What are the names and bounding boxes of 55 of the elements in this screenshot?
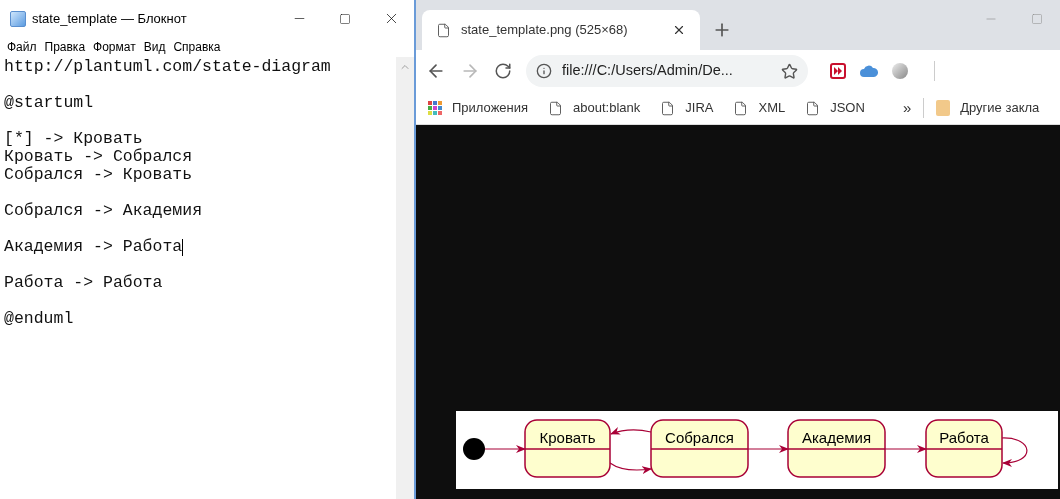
code-line: Собрался -> Кровать (4, 166, 193, 184)
maximize-icon[interactable] (339, 12, 351, 25)
initial-state-dot (463, 438, 485, 460)
code-line: @enduml (4, 310, 74, 328)
state-node: Кровать (524, 419, 611, 478)
text-editor[interactable]: http://plantuml.com/state-diagram @startuml [*] -> Кровать Кровать -> Собрался Собрался -> Кровать Собрался -> Академия Академия -> Работа Работа -> Работа @enduml (0, 57, 396, 499)
apps-grid-icon (428, 101, 442, 115)
self-transition-arrow (1001, 437, 1028, 467)
menu-item[interactable]: Вид (140, 38, 169, 56)
bookmark-folder[interactable]: Другие закла (936, 98, 1040, 118)
state-node: Собрался (650, 419, 749, 478)
page-icon (805, 100, 821, 116)
transition-arrow (884, 445, 927, 453)
cloud-icon[interactable] (860, 65, 878, 77)
menu-item[interactable]: Справка (170, 38, 224, 56)
browser-tab[interactable]: state_template.png (525×68) (422, 10, 700, 50)
code-line: Академия -> Работа (4, 238, 183, 256)
close-tab-icon (672, 23, 686, 37)
bookmark[interactable]: about:blank (548, 95, 641, 121)
document-icon (436, 22, 451, 38)
code-line: Кровать -> Собрался (4, 148, 193, 166)
code-line: Собрался -> Академия (4, 202, 203, 220)
extension-icon[interactable] (892, 63, 908, 79)
menu-item[interactable]: Файл (4, 38, 40, 56)
notepad-icon (10, 10, 26, 27)
menu-item[interactable]: Правка (41, 38, 89, 56)
transition-arrow (484, 445, 526, 453)
state-node: Работа (925, 419, 1003, 478)
bookmarks-overflow[interactable]: » (902, 96, 912, 120)
code-line: [*] -> Кровать (4, 130, 143, 148)
code-line: Работа -> Работа (4, 274, 163, 292)
folder-icon (936, 100, 951, 116)
bookmark[interactable]: XML (733, 95, 786, 121)
state-node: Академия (787, 419, 886, 478)
menu-item[interactable]: Формат (90, 38, 139, 56)
extension-icon[interactable] (830, 63, 846, 79)
bookmark[interactable]: JSON (805, 95, 865, 121)
transition-arrow (747, 445, 789, 453)
code-line: http://plantuml.com/state-diagram (4, 58, 331, 76)
bookmark[interactable]: Приложения (428, 95, 529, 121)
reload-icon (494, 62, 512, 80)
page-icon (660, 100, 676, 116)
window-title: state_template — Блокнот (32, 9, 187, 28)
star-icon (781, 62, 798, 80)
scrollbar[interactable] (396, 57, 414, 499)
info-icon (536, 63, 552, 79)
address-bar[interactable]: file:///C:/Users/Admin/De... (526, 55, 808, 87)
transition-arrow (610, 427, 652, 435)
bookmark[interactable]: JIRA (660, 95, 714, 121)
page-icon (733, 100, 749, 116)
address-text: file:///C:/Users/Admin/De... (562, 61, 734, 81)
tab-title: state_template.png (525×68) (461, 21, 629, 40)
transition-arrow (609, 462, 652, 475)
code-line: @startuml (4, 94, 94, 112)
page-icon (548, 100, 564, 116)
